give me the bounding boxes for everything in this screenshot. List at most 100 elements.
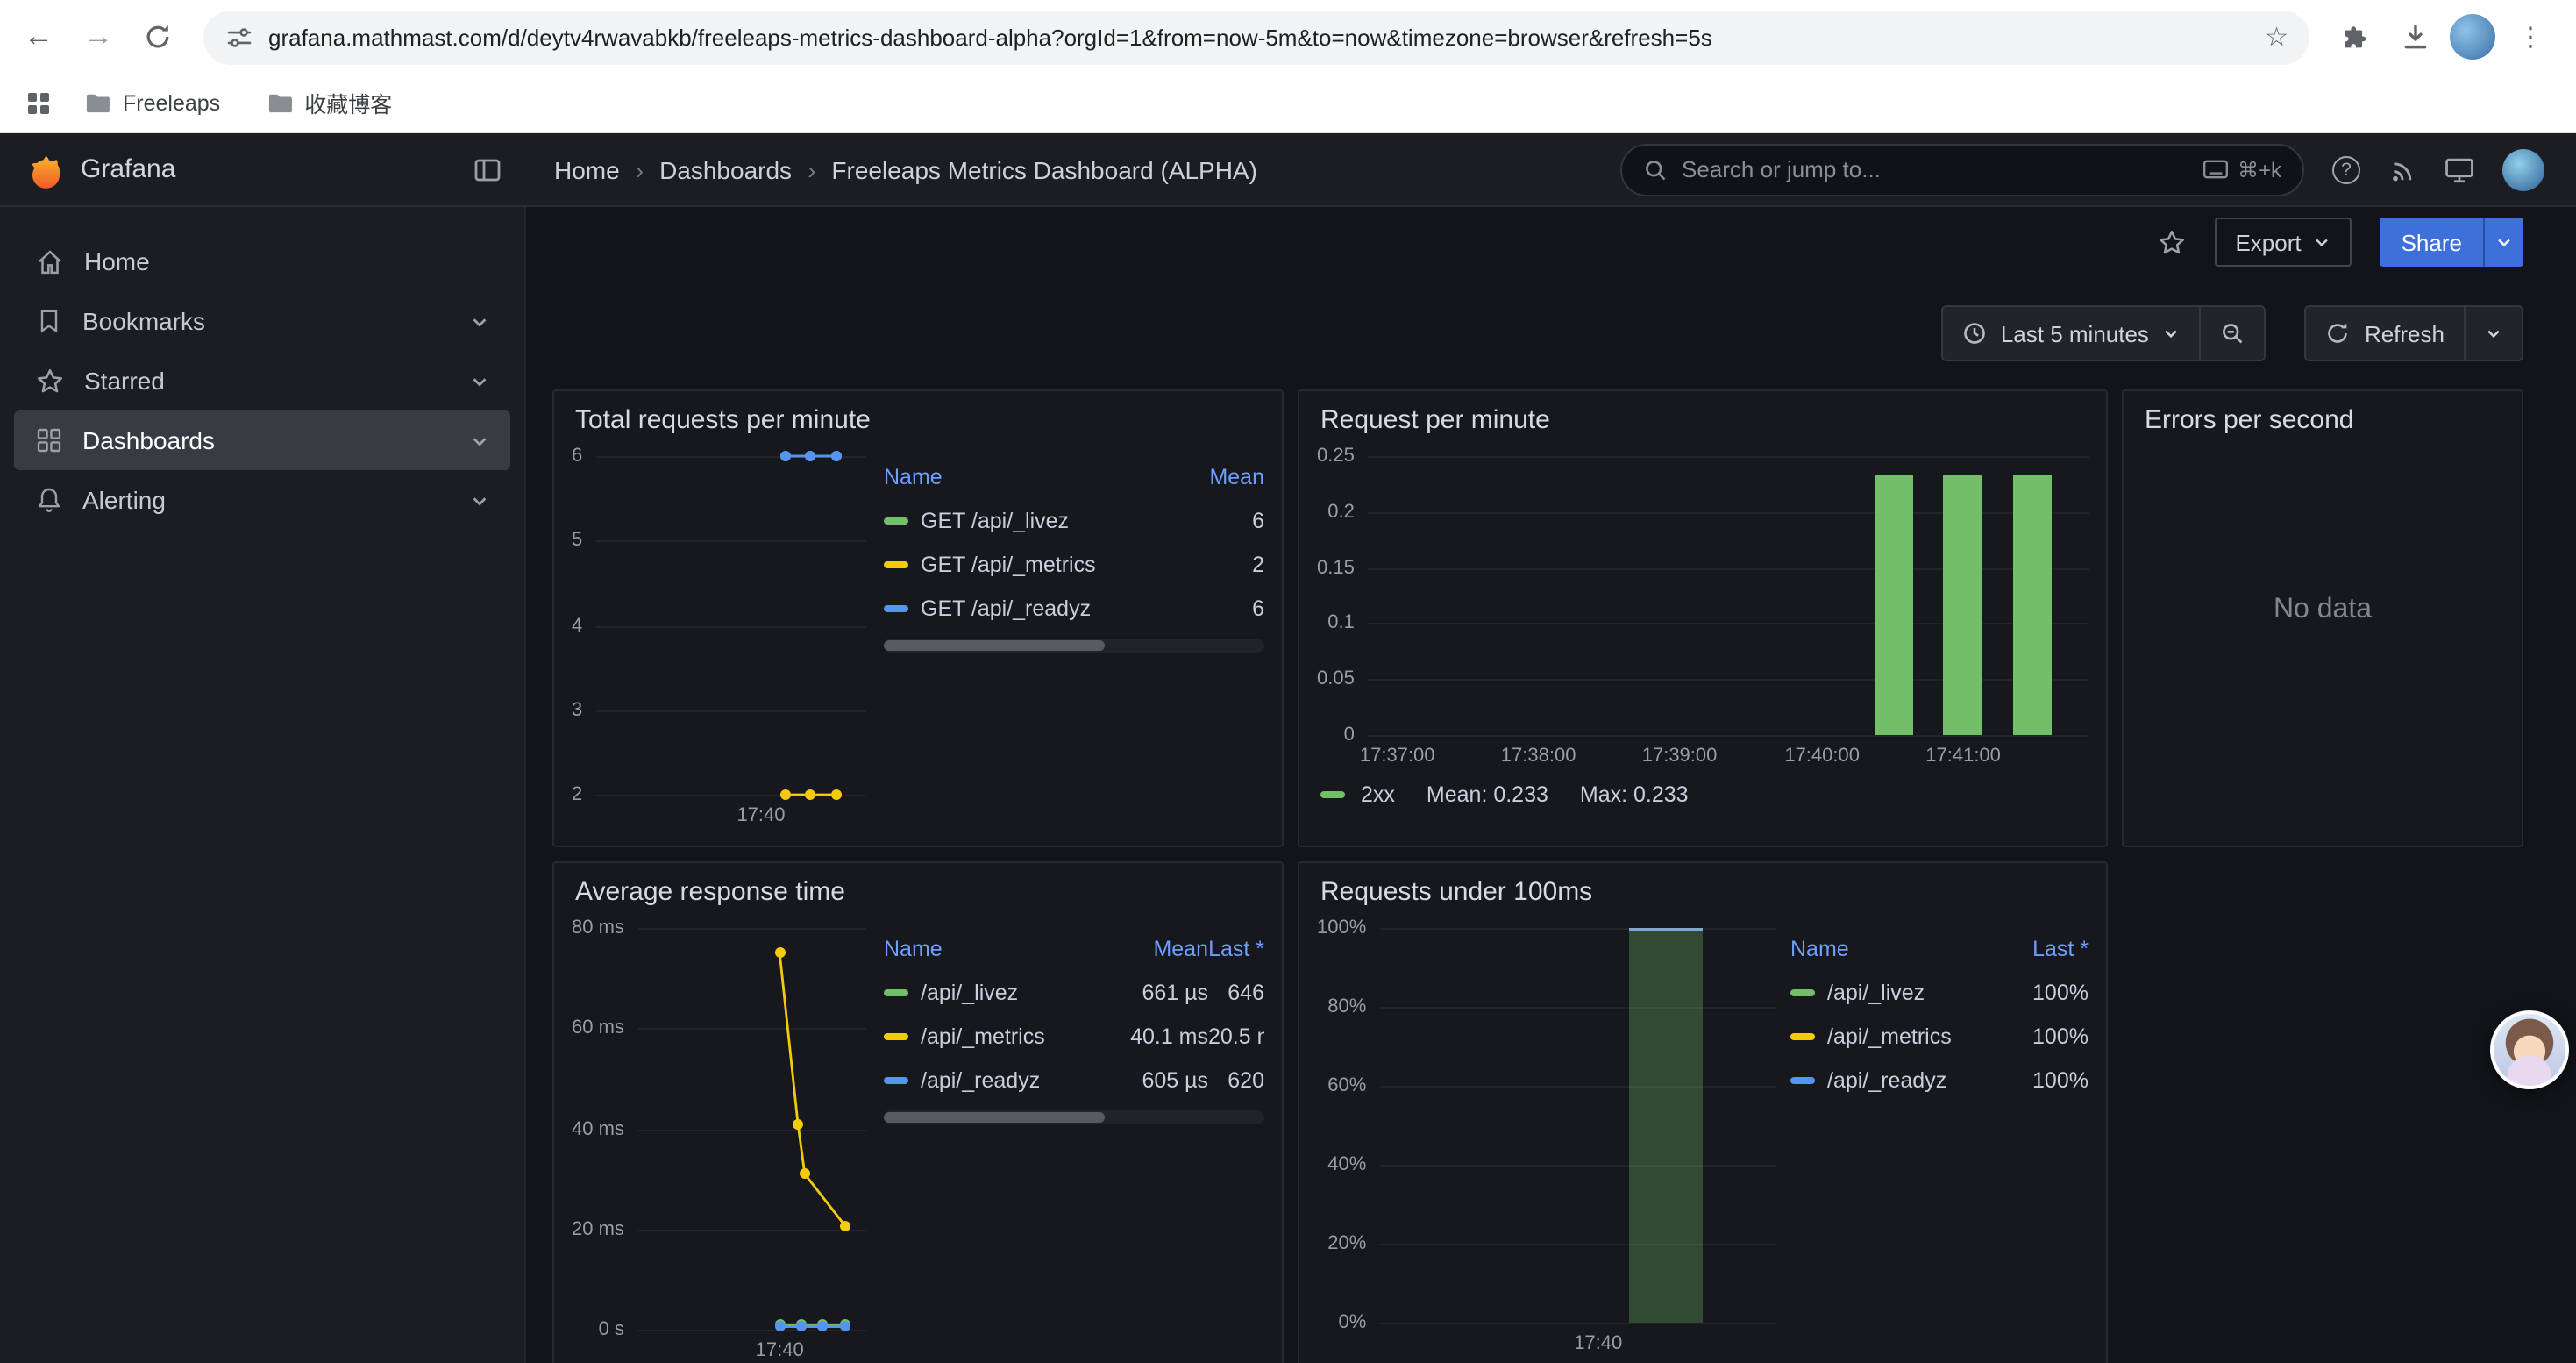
- breadcrumb-home[interactable]: Home: [554, 155, 620, 183]
- gridline: [1380, 1165, 1776, 1167]
- sidebar-item-bookmarks[interactable]: Bookmarks: [14, 291, 510, 351]
- panel-errors-per-second: Errors per second No data: [2122, 389, 2523, 847]
- plot-area[interactable]: [1369, 456, 2089, 735]
- dock-menu-icon[interactable]: [473, 155, 502, 183]
- downloads-icon[interactable]: [2390, 12, 2439, 61]
- scrollbar-thumb[interactable]: [884, 1112, 1105, 1123]
- y-tick: 3: [572, 700, 582, 721]
- series-name[interactable]: /api/_livez: [921, 980, 1018, 1004]
- series-name[interactable]: /api/_metrics: [1827, 1024, 1952, 1048]
- bookmark-folder-freeleaps[interactable]: Freeleaps: [70, 85, 234, 120]
- apps-grid-icon[interactable]: [25, 89, 53, 117]
- series-name-cell: /api/_livez: [884, 980, 1099, 1004]
- url-text[interactable]: grafana.mathmast.com/d/deytv4rwavabkb/fr…: [268, 24, 2251, 50]
- plot-area[interactable]: [1380, 928, 1776, 1323]
- chevron-down-icon: [2485, 325, 2502, 342]
- series-name[interactable]: GET /api/_livez: [921, 508, 1069, 532]
- dashboard-grid: Total requests per minute 6543217:40 Nam…: [526, 368, 2576, 1363]
- chevron-down-icon[interactable]: [470, 431, 489, 450]
- address-bar[interactable]: grafana.mathmast.com/d/deytv4rwavabkb/fr…: [203, 10, 2309, 64]
- legend-column-header[interactable]: Mean: [1180, 465, 1264, 489]
- panel-title[interactable]: Total requests per minute: [575, 405, 1264, 435]
- extensions-icon[interactable]: [2330, 12, 2380, 61]
- site-settings-icon[interactable]: [224, 22, 254, 52]
- rss-icon[interactable]: [2388, 155, 2416, 183]
- y-tick: 100%: [1317, 917, 1366, 938]
- browser-menu-icon[interactable]: ⋮: [2506, 12, 2555, 61]
- series-name[interactable]: /api/_metrics: [921, 1024, 1045, 1048]
- plot-area[interactable]: [638, 928, 866, 1330]
- user-avatar[interactable]: [2502, 148, 2544, 190]
- legend-row: /api/_readyz100%: [1790, 1058, 2089, 1102]
- refresh-interval-button[interactable]: [2464, 307, 2522, 360]
- legend-header: NameLast *: [1790, 928, 2089, 970]
- series-name[interactable]: /api/_readyz: [921, 1067, 1040, 1092]
- time-range-group: Last 5 minutes: [1941, 305, 2266, 361]
- chevron-down-icon[interactable]: [470, 490, 489, 510]
- forward-button[interactable]: →: [74, 12, 123, 61]
- favorite-star-icon[interactable]: [2156, 227, 2186, 257]
- series-name[interactable]: 2xx: [1361, 782, 1395, 807]
- y-tick: 20 ms: [572, 1219, 624, 1240]
- reload-button[interactable]: [133, 12, 182, 61]
- chevron-down-icon: [2495, 233, 2513, 251]
- panel-requests-under-100ms: Requests under 100ms 100%80%60%40%20%0%1…: [1298, 861, 2108, 1363]
- series-name[interactable]: /api/_livez: [1827, 980, 1925, 1004]
- series-color-swatch: [884, 560, 908, 567]
- back-button[interactable]: ←: [14, 12, 63, 61]
- browser-profile-avatar[interactable]: [2450, 14, 2495, 60]
- series-name[interactable]: GET /api/_readyz: [921, 596, 1091, 620]
- export-button[interactable]: Export: [2214, 218, 2352, 267]
- time-range-picker[interactable]: Last 5 minutes: [1943, 307, 2200, 360]
- refresh-button[interactable]: Refresh: [2307, 307, 2464, 360]
- series-value: 646: [1208, 980, 1264, 1004]
- grafana-logo[interactable]: [25, 150, 63, 189]
- zoom-out-button[interactable]: [2200, 307, 2265, 360]
- bookmark-star-icon[interactable]: ☆: [2265, 21, 2288, 53]
- legend-column-header[interactable]: Last *: [2004, 937, 2089, 961]
- share-button[interactable]: Share: [2380, 218, 2483, 267]
- chevron-down-icon[interactable]: [470, 371, 489, 390]
- horizontal-scrollbar[interactable]: [884, 1110, 1264, 1124]
- sidebar-item-alerting[interactable]: Alerting: [14, 470, 510, 530]
- panel-title[interactable]: Errors per second: [2145, 405, 2504, 435]
- assistant-avatar[interactable]: [2490, 1010, 2569, 1089]
- request-per-minute-chart: 0.250.20.150.10.05017:37:0017:38:0017:39…: [1317, 456, 2089, 768]
- y-tick: 0: [1344, 724, 1355, 746]
- sidebar-item-label: Dashboards: [82, 426, 215, 454]
- total-requests-chart: 6543217:40: [572, 456, 866, 828]
- search-input[interactable]: Search or jump to... ⌘+k: [1620, 143, 2304, 196]
- series-name[interactable]: /api/_readyz: [1827, 1067, 1946, 1092]
- plot-area[interactable]: [596, 456, 866, 795]
- legend-column-header[interactable]: Name: [884, 937, 1099, 961]
- series-value: 100%: [2004, 1024, 2089, 1048]
- legend-column-header[interactable]: Name: [1790, 937, 2004, 961]
- panel-total-requests: Total requests per minute 6543217:40 Nam…: [552, 389, 1284, 847]
- keyboard-icon: [2202, 160, 2229, 179]
- legend-column-header[interactable]: Mean: [1099, 937, 1208, 961]
- panel-title[interactable]: Requests under 100ms: [1320, 877, 2089, 907]
- x-axis-labels: 17:40: [1380, 1328, 1776, 1356]
- horizontal-scrollbar[interactable]: [884, 639, 1264, 653]
- series-name[interactable]: GET /api/_metrics: [921, 552, 1096, 576]
- panel-title[interactable]: Request per minute: [1320, 405, 2089, 435]
- series-value: 20.5 ms: [1208, 1024, 1264, 1048]
- browser-toolbar: ← → grafana.mathmast.com/d/deytv4rwavabk…: [0, 0, 2576, 74]
- share-menu-button[interactable]: [2483, 218, 2523, 267]
- sidebar-item-starred[interactable]: Starred: [14, 351, 510, 410]
- chevron-down-icon[interactable]: [470, 311, 489, 331]
- monitor-icon[interactable]: [2444, 155, 2474, 183]
- scrollbar-thumb[interactable]: [884, 640, 1105, 651]
- breadcrumb-dashboards[interactable]: Dashboards: [659, 155, 792, 183]
- bookmark-folder-blogs[interactable]: 收藏博客: [252, 81, 406, 125]
- series-value: 40.1 ms: [1099, 1024, 1208, 1048]
- panel-title[interactable]: Average response time: [575, 877, 1264, 907]
- data-point: [796, 1322, 807, 1332]
- data-point: [806, 789, 816, 800]
- help-icon[interactable]: ?: [2332, 155, 2360, 183]
- legend-column-header[interactable]: Name: [884, 465, 1180, 489]
- sidebar-item-home[interactable]: Home: [14, 232, 510, 291]
- chevron-down-icon: [2314, 233, 2331, 251]
- legend-column-header[interactable]: Last *: [1208, 937, 1264, 961]
- sidebar-item-dashboards[interactable]: Dashboards: [14, 410, 510, 470]
